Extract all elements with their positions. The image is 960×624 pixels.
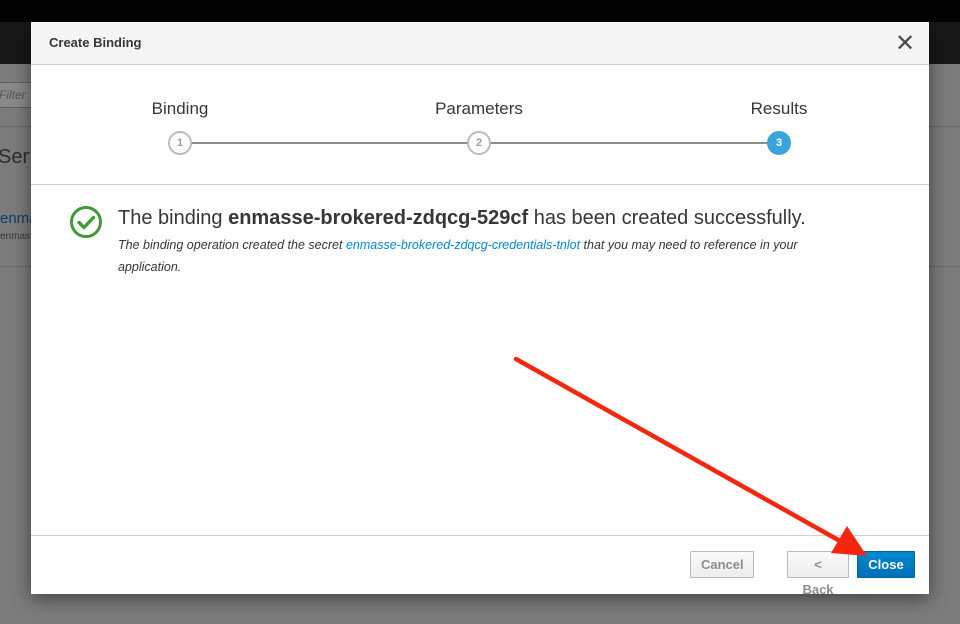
- filter-placeholder: Filter by: [0, 88, 29, 102]
- background-item-link: enmasse (: [0, 210, 32, 227]
- binding-name: enmasse-brokered-zdqcg-529cf: [228, 207, 529, 229]
- step-label-results[interactable]: Results: [751, 99, 808, 119]
- result-title-prefix: The binding: [118, 207, 229, 229]
- step-number-1[interactable]: 1: [168, 131, 192, 155]
- close-icon[interactable]: ✕: [893, 30, 917, 56]
- step-number-2[interactable]: 2: [467, 131, 491, 155]
- result-desc-prefix: The binding operation created the secret: [118, 238, 346, 252]
- modal-title: Create Binding: [49, 35, 142, 50]
- result-title: The binding enmasse-brokered-zdqcg-529cf…: [118, 207, 806, 230]
- step-label-parameters[interactable]: Parameters: [435, 99, 523, 119]
- create-binding-modal: Create Binding ✕ Binding 1 Parameters 2 …: [31, 22, 929, 597]
- background-section-title: Services: [0, 146, 30, 168]
- close-button[interactable]: Close: [857, 551, 915, 578]
- step-connector: [180, 142, 479, 144]
- back-button[interactable]: < Back: [787, 551, 849, 597]
- modal-footer: Cancel < Back Close: [31, 535, 929, 597]
- cancel-button[interactable]: Cancel: [690, 551, 754, 578]
- step-connector: [479, 142, 779, 144]
- wizard-steps: Binding 1 Parameters 2 Results 3: [31, 65, 929, 185]
- background-top-bar: [0, 0, 960, 22]
- success-check-icon: [70, 206, 102, 238]
- modal-header: Create Binding ✕: [31, 22, 929, 65]
- step-number-3[interactable]: 3: [767, 131, 791, 155]
- step-label-binding[interactable]: Binding: [152, 99, 209, 119]
- secret-link[interactable]: enmasse-brokered-zdqcg-credentials-tnlot: [346, 238, 580, 252]
- background-item-sub: enmasse-brokered: [0, 231, 32, 242]
- result-description: The binding operation created the secret…: [118, 234, 838, 278]
- result-title-suffix: has been created successfully.: [528, 207, 806, 229]
